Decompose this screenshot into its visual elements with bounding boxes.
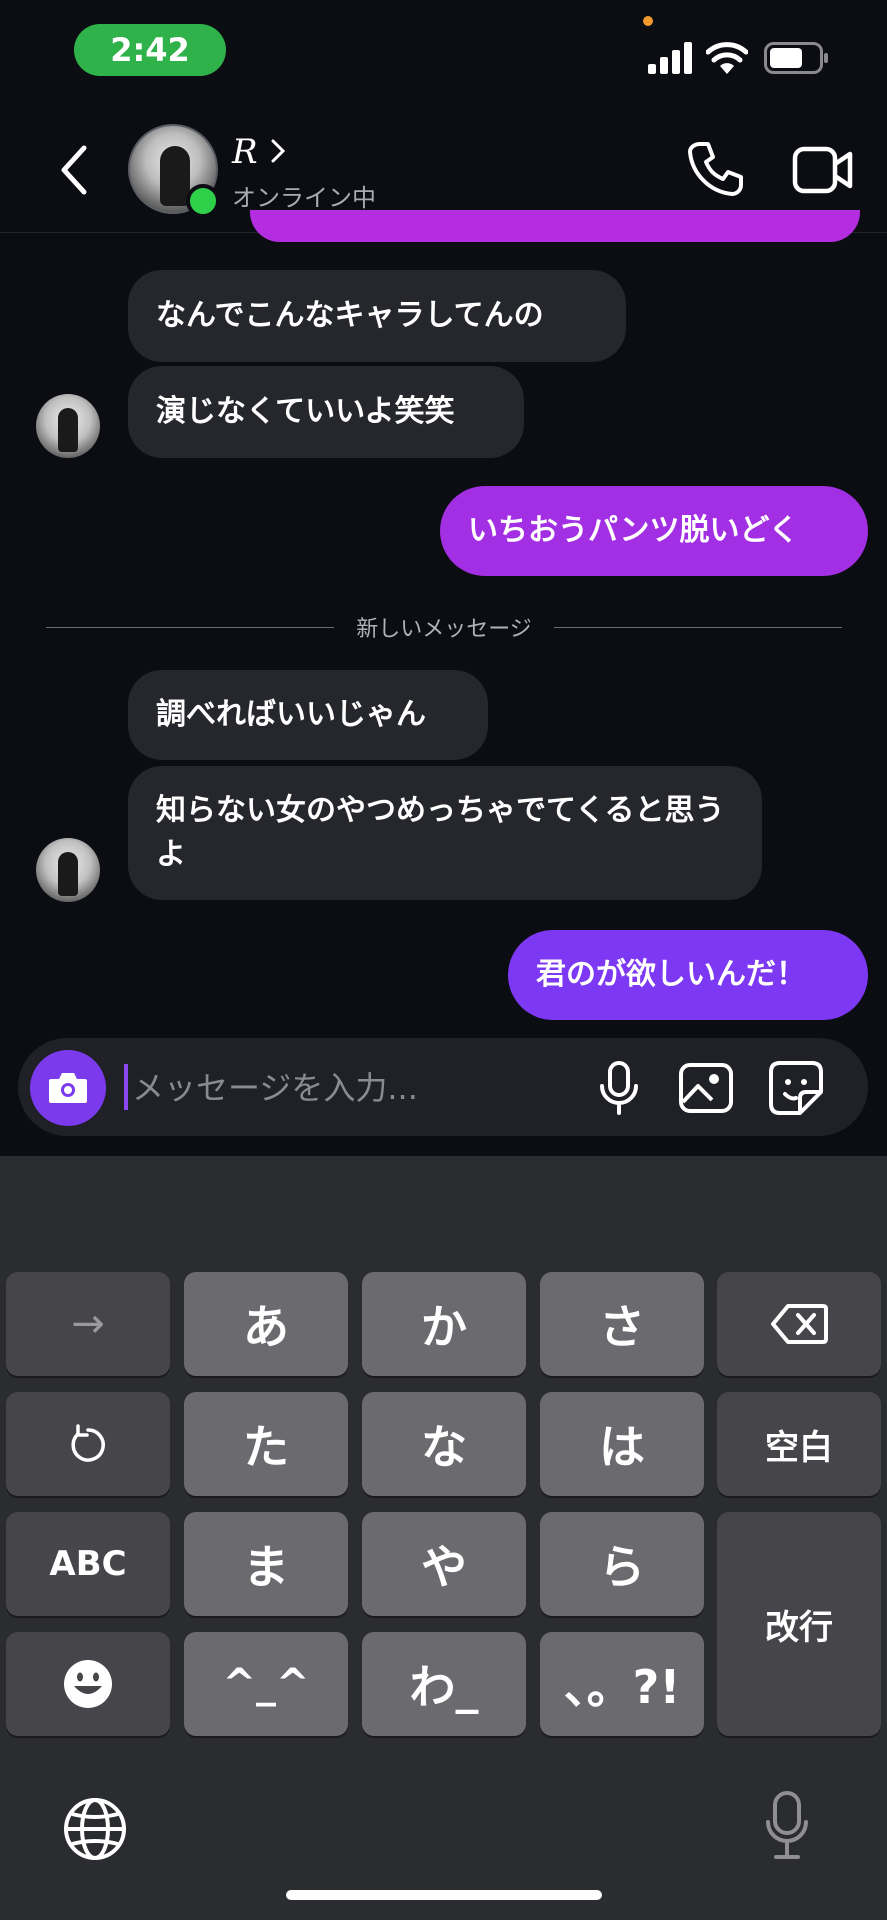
key-a[interactable]: あ — [184, 1272, 348, 1376]
privacy-indicator — [643, 16, 653, 26]
key-return[interactable]: 改行 — [717, 1512, 881, 1736]
key-undo[interactable] — [6, 1392, 170, 1496]
key-delete[interactable] — [717, 1272, 881, 1376]
key-ma[interactable]: ま — [184, 1512, 348, 1616]
key-emoji[interactable] — [6, 1632, 170, 1736]
microphone-icon[interactable] — [596, 1060, 642, 1116]
wifi-icon — [706, 42, 748, 74]
text-caret — [124, 1064, 128, 1110]
key-sa[interactable]: さ — [540, 1272, 704, 1376]
cellular-signal-icon — [648, 42, 692, 74]
incoming-message-bubble[interactable]: 知らない女のやつめっちゃでてくると思うよ — [128, 766, 762, 900]
image-icon[interactable] — [678, 1062, 734, 1114]
divider-line — [553, 626, 842, 628]
key-wa[interactable]: わ_ — [362, 1632, 526, 1736]
incoming-message-bubble[interactable]: 演じなくていいよ笑笑 — [128, 366, 524, 458]
new-messages-label: 新しいメッセージ — [356, 617, 532, 642]
back-button[interactable] — [48, 140, 98, 200]
key-label: → — [71, 1301, 105, 1347]
sender-avatar[interactable] — [36, 394, 100, 458]
message-input[interactable] — [130, 1060, 574, 1116]
status-time: 2:42 — [74, 24, 226, 76]
avatar-photo-figure — [58, 408, 78, 452]
key-abc[interactable]: ABC — [6, 1512, 170, 1616]
keyboard-microphone-icon[interactable] — [764, 1790, 810, 1862]
key-ya[interactable]: や — [362, 1512, 526, 1616]
key-space[interactable]: 空白 — [717, 1392, 881, 1496]
contact-status: オンライン中 — [232, 184, 376, 212]
incoming-message-bubble[interactable]: なんでこんなキャラしてんの — [128, 270, 626, 362]
back-icon — [61, 145, 87, 195]
chevron-right-icon[interactable] — [270, 138, 286, 164]
divider-line — [46, 626, 335, 628]
undo-icon — [71, 1424, 105, 1462]
key-arrow[interactable]: → — [6, 1272, 170, 1376]
sender-avatar[interactable] — [36, 838, 100, 902]
incoming-message-bubble[interactable]: 調べればいいじゃん — [128, 670, 488, 760]
globe-icon[interactable] — [62, 1796, 128, 1862]
contact-name[interactable]: R — [232, 132, 258, 172]
new-messages-divider: 新しいメッセージ — [46, 612, 842, 642]
key-ta[interactable]: た — [184, 1392, 348, 1496]
outgoing-message-bubble[interactable]: 君のが欲しいんだ！ — [508, 930, 868, 1020]
key-ra[interactable]: ら — [540, 1512, 704, 1616]
camera-icon — [49, 1073, 87, 1103]
video-icon[interactable] — [792, 142, 854, 198]
home-indicator[interactable] — [286, 1890, 602, 1900]
battery-icon — [764, 42, 828, 74]
previous-message-bubble — [250, 210, 860, 242]
outgoing-message-bubble[interactable]: いちおうパンツ脱いどく — [440, 486, 868, 576]
online-indicator — [186, 184, 220, 218]
phone-icon[interactable] — [686, 140, 744, 198]
delete-icon — [771, 1304, 828, 1344]
camera-button[interactable] — [30, 1050, 106, 1126]
key-ka[interactable]: か — [362, 1272, 526, 1376]
emoji-icon — [64, 1660, 112, 1708]
sticker-icon[interactable] — [768, 1060, 824, 1116]
key-punctuation[interactable]: 、。?! — [540, 1632, 704, 1736]
key-kaomoji[interactable]: ^_^ — [184, 1632, 348, 1736]
key-na[interactable]: な — [362, 1392, 526, 1496]
avatar-photo-figure — [58, 852, 78, 896]
key-ha[interactable]: は — [540, 1392, 704, 1496]
